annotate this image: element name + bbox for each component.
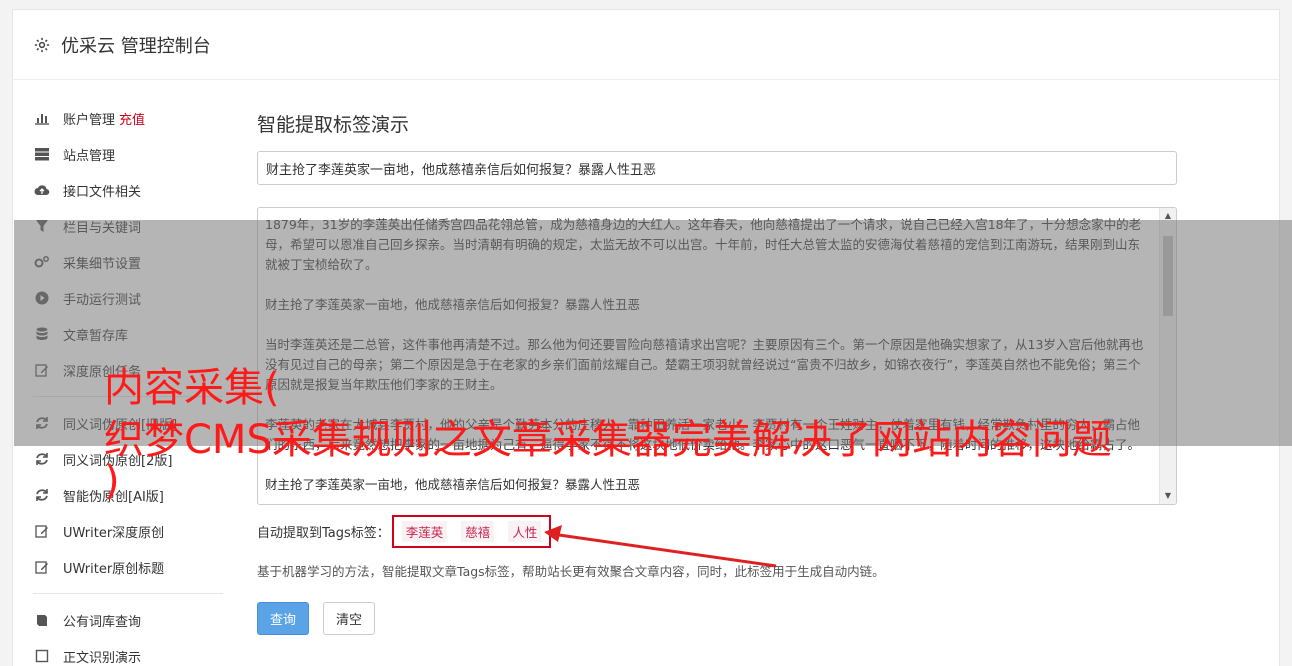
sidebar-item-label: 接口文件相关 — [63, 184, 142, 200]
scroll-down-icon[interactable]: ▼ — [1160, 488, 1176, 504]
gear-icon — [34, 37, 50, 52]
play-icon — [33, 289, 51, 307]
section-heading: 智能提取标签演示 — [257, 114, 410, 136]
content-textarea[interactable]: 1879年，31岁的李莲英出任储秀宫四品花翎总管，成为慈禧身边的大红人。这年春天… — [257, 207, 1177, 505]
bar-chart-icon — [33, 109, 51, 127]
content-text: 1879年，31岁的李莲英出任储秀宫四品花翎总管，成为慈禧身边的大红人。这年春天… — [258, 208, 1176, 495]
edit-icon — [33, 558, 51, 576]
sidebar-item-label: 深度原创任务 — [63, 364, 142, 380]
refresh-icon — [33, 450, 51, 468]
description-text: 基于机器学习的方法，智能提取文章Tags标签，帮助站长更有效聚合文章内容，同时，… — [257, 564, 885, 579]
recharge-link[interactable]: 充值 — [119, 109, 145, 128]
query-button[interactable]: 查询 — [257, 602, 310, 635]
title-input[interactable] — [257, 151, 1177, 185]
sidebar-item-body-recognition[interactable]: 正文识别演示 — [33, 638, 223, 666]
sidebar-item-label: 智能伪原创[AI版] — [63, 489, 164, 505]
sidebar-item-label: 正文识别演示 — [63, 650, 142, 666]
paragraph: 1879年，31岁的李莲英出任储秀宫四品花翎总管，成为慈禧身边的大红人。这年春天… — [265, 217, 1142, 272]
paragraph: 财主抢了李莲英家一亩地，他成慈禧亲信后如何报复？暴露人性丑恶 — [265, 477, 641, 492]
edit-icon — [33, 361, 51, 379]
sidebar-item-deep-original-task[interactable]: 深度原创任务 — [33, 352, 223, 388]
main-content: 智能提取标签演示 1879年，31岁的李莲英出任储秀宫四品花翎总管，成为慈禧身边… — [257, 110, 1177, 635]
sidebar-item-manual-run[interactable]: 手动运行测试 — [33, 280, 223, 316]
sidebar-item-label: 同义词伪原创[旧版] — [63, 417, 178, 433]
tags-row: 自动提取到Tags标签： 李莲英 慈禧 人性 — [257, 513, 1177, 549]
sidebar-item-collect-settings[interactable]: 采集细节设置 — [33, 244, 223, 280]
sidebar-item-interface-files[interactable]: 接口文件相关 — [33, 172, 223, 208]
tag: 人性 — [508, 520, 542, 542]
sidebar-item-label: 栏目与关键词 — [63, 220, 142, 236]
filter-icon — [33, 217, 51, 235]
sidebar-item-label: 手动运行测试 — [63, 292, 142, 308]
button-group: 查询 清空 — [257, 602, 1177, 635]
paragraph: 财主抢了李莲英家一亩地，他成慈禧亲信后如何报复？暴露人性丑恶 — [265, 297, 641, 312]
refresh-icon — [33, 414, 51, 432]
cogs-icon — [33, 253, 51, 271]
sidebar-item-label: 同义词伪原创[2版] — [63, 453, 173, 469]
sidebar-item-synonym-old[interactable]: 同义词伪原创[旧版] — [33, 405, 223, 441]
sidebar-item-columns-keywords[interactable]: 栏目与关键词 — [33, 208, 223, 244]
paragraph: 当时李莲英还是二总管，这件事他再清楚不过。那么他为何还要冒险向慈禧请求出宫呢？主… — [265, 337, 1144, 392]
sidebar-item-label: 文章暂存库 — [63, 328, 129, 344]
header: 优采云 管理控制台 — [13, 10, 1279, 80]
tags-box: 李莲英 慈禧 人性 — [391, 514, 552, 548]
paragraph: 李莲英的老家在大城县李贾村，他的父亲是个勤劳本分的庄稼人，靠种田养活一家老小。李… — [265, 417, 1141, 452]
refresh-icon — [33, 486, 51, 504]
sidebar-item-ai-rewrite[interactable]: 智能伪原创[AI版] — [33, 477, 223, 513]
sidebar: 账户管理 充值 站点管理 接口文件相关 栏目与关键词 采集细节设置 手动运行测试… — [33, 100, 223, 666]
scroll-up-icon[interactable]: ▲ — [1160, 208, 1176, 224]
sidebar-item-synonym-v2[interactable]: 同义词伪原创[2版] — [33, 441, 223, 477]
sidebar-item-label: 站点管理 — [63, 148, 116, 164]
page-title: 优采云 管理控制台 — [61, 35, 211, 57]
sidebar-item-public-lexicon[interactable]: 公有词库查询 — [33, 602, 223, 638]
database-icon — [33, 325, 51, 343]
tag: 慈禧 — [461, 520, 495, 542]
sidebar-item-label: UWriter深度原创 — [63, 525, 165, 541]
sidebar-item-label: 采集细节设置 — [63, 256, 142, 272]
clear-button[interactable]: 清空 — [323, 602, 376, 635]
sidebar-item-account[interactable]: 账户管理 充值 — [33, 100, 223, 136]
scroll-thumb[interactable] — [1163, 236, 1173, 316]
sidebar-item-label: 公有词库查询 — [63, 614, 142, 630]
cloud-upload-icon — [33, 181, 51, 199]
book-icon — [33, 611, 51, 629]
sidebar-item-label: UWriter原创标题 — [63, 561, 165, 577]
sidebar-item-sites[interactable]: 站点管理 — [33, 136, 223, 172]
sidebar-item-label: 账户管理 — [63, 112, 116, 128]
sidebar-item-uwriter-title[interactable]: UWriter原创标题 — [33, 549, 223, 585]
sidebar-item-article-storage[interactable]: 文章暂存库 — [33, 316, 223, 352]
edit-icon — [33, 522, 51, 540]
divider — [33, 593, 223, 594]
tags-label: 自动提取到Tags标签： — [257, 525, 390, 541]
scrollbar[interactable]: ▲ ▼ — [1159, 208, 1176, 504]
divider — [33, 396, 223, 397]
tag: 李莲英 — [401, 520, 448, 542]
main-panel: 优采云 管理控制台 账户管理 充值 站点管理 接口文件相关 栏目与关键词 采集细… — [12, 9, 1280, 666]
server-icon — [33, 145, 51, 163]
sidebar-item-uwriter-deep[interactable]: UWriter深度原创 — [33, 513, 223, 549]
square-icon — [33, 647, 51, 665]
